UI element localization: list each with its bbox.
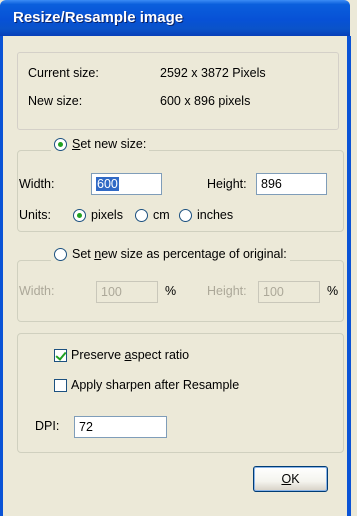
new-size-value: 600 x 896 pixels <box>160 94 251 108</box>
size-info-panel <box>17 52 339 130</box>
width-label: Width: <box>19 177 55 191</box>
units-pixels-label[interactable]: pixels <box>91 208 123 223</box>
apply-sharpen-checkbox[interactable] <box>54 379 67 392</box>
window-title: Resize/Resample image <box>13 9 184 26</box>
percent-width-input[interactable]: 100 <box>96 281 158 303</box>
new-size-label: New size: <box>28 94 83 108</box>
units-cm-radio[interactable] <box>135 209 148 222</box>
dpi-label: DPI: <box>35 419 60 433</box>
height-input[interactable]: 896 <box>256 173 327 195</box>
ok-button-label: OK <box>281 472 300 486</box>
percentage-label: Set new size as percentage of original: <box>72 247 287 261</box>
width-input-value: 600 <box>96 177 119 191</box>
set-size-radio[interactable] <box>54 137 67 151</box>
set-size-label: Set new size: <box>72 137 147 151</box>
resize-dialog: Resize/Resample image Current size: 2592… <box>0 0 357 516</box>
apply-sharpen-label[interactable]: Apply sharpen after Resample <box>71 378 239 393</box>
set-size-option[interactable]: Set new size: <box>51 137 150 151</box>
dpi-input[interactable]: 72 <box>74 416 167 438</box>
dialog-client-area: Current size: 2592 x 3872 Pixels New siz… <box>3 36 347 516</box>
percentage-option[interactable]: Set new size as percentage of original: <box>51 247 290 261</box>
title-bar[interactable]: Resize/Resample image <box>0 0 350 36</box>
preserve-aspect-label[interactable]: Preserve aspect ratio <box>71 348 189 363</box>
preserve-aspect-checkbox[interactable] <box>54 349 67 362</box>
units-pixels-radio[interactable] <box>73 209 86 222</box>
height-label: Height: <box>207 177 247 191</box>
current-size-value: 2592 x 3872 Pixels <box>160 66 266 80</box>
percent-width-label: Width: <box>19 284 55 298</box>
percentage-radio[interactable] <box>54 247 67 261</box>
units-label: Units: <box>19 208 51 222</box>
current-size-label: Current size: <box>28 66 99 80</box>
percent-width-unit: % <box>165 284 177 298</box>
ok-button[interactable]: OK <box>253 466 328 492</box>
width-input[interactable]: 600 <box>91 173 162 195</box>
window-frame-right <box>347 36 351 516</box>
percent-height-label: Height: <box>207 284 247 298</box>
percent-height-input[interactable]: 100 <box>258 281 320 303</box>
units-inches-label[interactable]: inches <box>197 208 233 223</box>
units-inches-radio[interactable] <box>179 209 192 222</box>
percent-height-unit: % <box>327 284 339 298</box>
units-cm-label[interactable]: cm <box>153 208 170 223</box>
